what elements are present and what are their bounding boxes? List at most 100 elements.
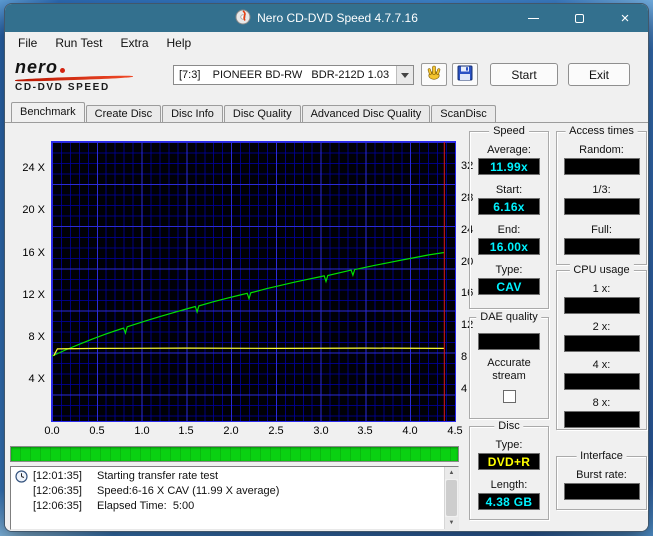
dae-quality-group: DAE quality Accurate stream — [469, 317, 549, 419]
log-time: [12:01:35] — [33, 469, 97, 484]
burst-rate-label: Burst rate: — [557, 469, 646, 482]
nero-logo: nero CD-DVD SPEED — [15, 59, 165, 93]
x-axis-labels: 0.00.51.01.52.02.53.03.54.04.5 — [51, 425, 456, 438]
menu-bar: File Run Test Extra Help — [5, 32, 648, 54]
tab-create-disc[interactable]: Create Disc — [86, 105, 161, 122]
dae-quality-group-title: DAE quality — [476, 311, 541, 323]
speed-start-value: 6.16x — [478, 198, 540, 215]
start-button[interactable]: Start — [490, 63, 558, 86]
tab-disc-quality[interactable]: Disc Quality — [224, 105, 301, 122]
interface-group: Interface Burst rate: — [556, 456, 647, 510]
x-axis-tick: 4.5 — [443, 425, 467, 437]
disc-group-title: Disc — [494, 420, 523, 432]
scroll-thumb[interactable] — [446, 480, 457, 516]
disc-length-value: 4.38 GB — [478, 493, 540, 510]
window-controls: × — [510, 4, 648, 32]
x-axis-tick: 2.5 — [264, 425, 288, 437]
log-scrollbar[interactable]: ▲ ▼ — [444, 467, 458, 529]
scroll-up-button[interactable]: ▲ — [445, 467, 458, 479]
speed-end-label: End: — [470, 224, 548, 237]
transfer-rate-chart — [52, 142, 455, 421]
close-icon: × — [621, 11, 630, 26]
hand-icon — [425, 65, 443, 84]
clock-icon — [15, 470, 28, 486]
disc-type-value: DVD+R — [478, 453, 540, 470]
eject-hand-button[interactable] — [421, 63, 447, 86]
disc-group: Disc Type: DVD+R Length: 4.38 GB — [469, 426, 549, 520]
accurate-stream-checkbox[interactable] — [503, 390, 516, 403]
title-bar[interactable]: Nero CD-DVD Speed 4.7.7.16 × — [5, 4, 648, 32]
x-axis-tick: 3.0 — [309, 425, 333, 437]
nero-app-icon — [235, 9, 251, 28]
log-text: Speed:6-16 X CAV (11.99 X average) — [97, 485, 279, 497]
log-time: [12:06:35] — [33, 484, 97, 499]
maximize-button[interactable] — [556, 4, 602, 32]
log-text: Starting transfer rate test — [97, 470, 218, 482]
x-axis-tick: 1.5 — [174, 425, 198, 437]
toolbar: nero CD-DVD SPEED [7:3] PIONEER BD-RW BD… — [5, 54, 648, 102]
x-axis-tick: 1.0 — [130, 425, 154, 437]
access-full-value — [564, 238, 640, 255]
cpu-4x-label: 4 x: — [557, 359, 646, 372]
speed-type-label: Type: — [470, 264, 548, 277]
app-window: Nero CD-DVD Speed 4.7.7.16 × File Run Te… — [4, 3, 649, 532]
tab-disc-info[interactable]: Disc Info — [162, 105, 223, 122]
progress-bar — [10, 446, 459, 462]
menu-item-extra[interactable]: Extra — [111, 32, 157, 54]
menu-item-file[interactable]: File — [9, 32, 46, 54]
dae-quality-value — [478, 333, 540, 350]
access-times-group: Access times Random: 1/3: Full: — [556, 131, 647, 265]
transfer-rate-plot — [51, 141, 456, 422]
y-axis-left-tick: 20 X — [22, 204, 45, 216]
log-box: [12:01:35]Starting transfer rate test [1… — [10, 466, 459, 530]
close-button[interactable]: × — [602, 4, 648, 32]
save-icon — [457, 65, 473, 84]
y-axis-right-tick: 8 — [461, 351, 467, 363]
minimize-button[interactable] — [510, 4, 556, 32]
maximize-icon — [575, 14, 584, 23]
save-results-button[interactable] — [452, 63, 478, 86]
access-full-label: Full: — [557, 224, 646, 237]
series-transfer-rate — [52, 253, 444, 357]
x-axis-tick: 2.0 — [219, 425, 243, 437]
nero-logo-text: nero — [15, 57, 58, 77]
y-axis-left-tick: 8 X — [28, 331, 45, 343]
menu-item-run-test[interactable]: Run Test — [46, 32, 111, 54]
window-title: Nero CD-DVD Speed 4.7.7.16 — [257, 11, 418, 25]
tab-advanced-disc-quality[interactable]: Advanced Disc Quality — [302, 105, 431, 122]
cpu-1x-value — [564, 297, 640, 314]
minimize-icon — [528, 18, 539, 19]
interface-group-title: Interface — [576, 450, 627, 462]
log-text: Elapsed Time: 5:00 — [97, 500, 194, 512]
burst-rate-value — [564, 483, 640, 500]
log-line: [12:01:35]Starting transfer rate test — [33, 469, 442, 484]
tab-benchmark[interactable]: Benchmark — [11, 102, 85, 122]
x-axis-tick: 0.0 — [40, 425, 64, 437]
disc-type-label: Type: — [470, 439, 548, 452]
y-axis-left-labels: 4 X8 X12 X16 X20 X24 X — [7, 141, 49, 422]
access-random-label: Random: — [557, 144, 646, 157]
drive-select[interactable]: [7:3] PIONEER BD-RW BDR-212D 1.03 — [173, 65, 414, 85]
access-random-value — [564, 158, 640, 175]
desktop-background: Nero CD-DVD Speed 4.7.7.16 × File Run Te… — [0, 0, 653, 536]
access-one-third-value — [564, 198, 640, 215]
cpu-usage-group: CPU usage 1 x: 2 x: 4 x: 8 x: — [556, 270, 647, 430]
scroll-down-button[interactable]: ▼ — [445, 517, 458, 529]
cpu-8x-label: 8 x: — [557, 397, 646, 410]
log-time: [12:06:35] — [33, 499, 97, 514]
tab-strip: Benchmark Create Disc Disc Info Disc Qua… — [5, 102, 648, 122]
y-axis-right-tick: 4 — [461, 383, 467, 395]
exit-button[interactable]: Exit — [568, 63, 630, 86]
x-axis-tick: 0.5 — [85, 425, 109, 437]
log-line: [12:06:35]Elapsed Time: 5:00 — [33, 499, 442, 514]
disc-length-label: Length: — [470, 479, 548, 492]
cpu-usage-group-title: CPU usage — [569, 264, 633, 276]
cpu-2x-label: 2 x: — [557, 321, 646, 334]
access-times-group-title: Access times — [565, 125, 638, 137]
nero-logo-dot-icon — [60, 68, 65, 73]
benchmark-page: 4 X8 X12 X16 X20 X24 X 48121620242832 0.… — [5, 122, 649, 532]
tab-scandisc[interactable]: ScanDisc — [431, 105, 495, 122]
menu-item-help[interactable]: Help — [158, 32, 201, 54]
accurate-stream-label: Accurate stream — [480, 357, 538, 383]
series-rotation-speed — [54, 348, 445, 356]
